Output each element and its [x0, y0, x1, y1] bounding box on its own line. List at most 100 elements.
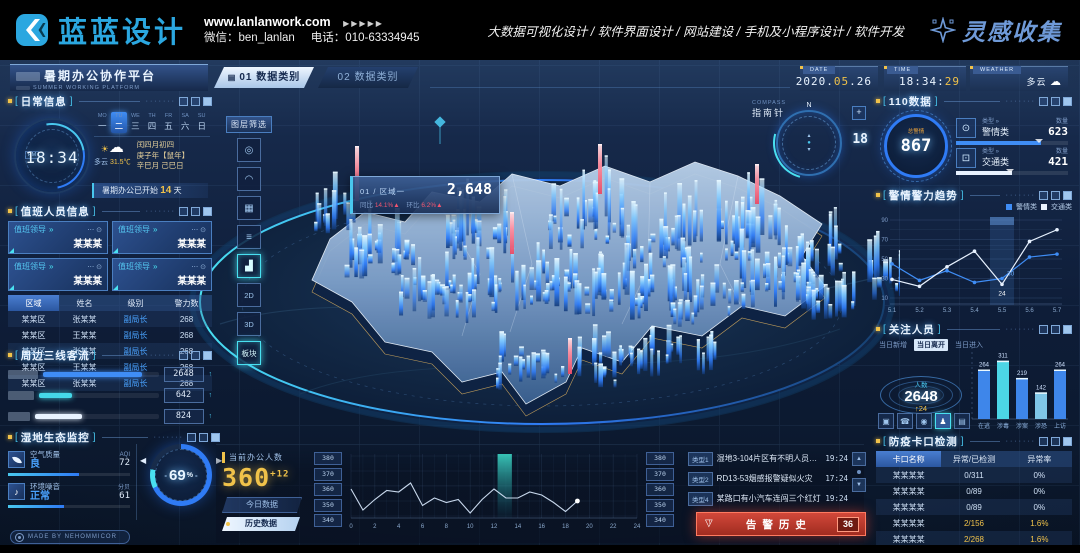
expand-icon[interactable] [203, 351, 212, 360]
2d-tool[interactable]: 2D [237, 283, 261, 307]
expand-icon[interactable] [1063, 191, 1072, 200]
history-data-button[interactable]: 历史数据 [222, 517, 300, 531]
minimize-icon[interactable] [1039, 437, 1048, 446]
week-day[interactable]: TU二 [111, 112, 128, 133]
window-icon[interactable] [1051, 191, 1060, 200]
window-icon[interactable] [191, 351, 200, 360]
platform-subtitle: SUMMER WORKING PLATFORM [33, 85, 140, 91]
camera-grid-tool[interactable]: ▦ [237, 196, 261, 220]
legend-item[interactable]: 交通类 [1051, 202, 1072, 212]
scroll-down-icon[interactable]: ▼ [852, 478, 866, 492]
block-tool[interactable]: 板块 [237, 341, 261, 365]
svg-text:24: 24 [634, 524, 641, 530]
tab-data-category-2[interactable]: 02 数据类别 [318, 67, 418, 88]
expand-icon[interactable] [203, 207, 212, 216]
checkpoint-row[interactable]: 某某某某0/890% [876, 483, 1072, 499]
scroll-up-icon[interactable]: ▲ [852, 452, 866, 466]
svg-text:0: 0 [349, 524, 353, 530]
person-icon[interactable]: ♟ [935, 413, 951, 429]
tab-data-category-1[interactable]: ▤01 数据类别 [214, 67, 314, 88]
focus-tab[interactable]: 当日新增 [876, 339, 910, 351]
svg-text:30: 30 [1007, 271, 1015, 278]
zoom-in-button[interactable]: + [852, 106, 866, 120]
week-day[interactable]: WE三 [127, 112, 144, 133]
svg-text:5.2: 5.2 [915, 308, 924, 314]
duty-leader-card[interactable]: 值班领导»⋯ ⊙某某某 [8, 258, 108, 291]
expand-icon[interactable] [211, 433, 220, 442]
minimize-icon[interactable] [179, 351, 188, 360]
table-header[interactable]: 异常/已检测 [941, 451, 1006, 467]
checkpoint-row[interactable]: 某某某某0/3110% [876, 467, 1072, 483]
bar-chart-tool[interactable]: ▟ [237, 254, 261, 278]
week-day[interactable]: MO一 [94, 112, 111, 133]
car-icon: ⊡ [956, 148, 976, 168]
expand-icon[interactable] [1063, 97, 1072, 106]
window-icon[interactable] [1051, 97, 1060, 106]
duty-leader-card[interactable]: 值班领导»⋯ ⊙某某某 [112, 221, 212, 254]
duty-leader-card[interactable]: 值班领导»⋯ ⊙某某某 [112, 258, 212, 291]
radar-tool[interactable]: ◠ [237, 167, 261, 191]
checkpoint-row[interactable]: 某某某某2/1561.6% [876, 515, 1072, 531]
table-header[interactable]: 警力数 [161, 295, 212, 311]
checkpoint-row[interactable]: 某某某某2/2681.6% [876, 531, 1072, 545]
week-day[interactable]: SA六 [177, 112, 194, 133]
alert-history-button[interactable]: ▽! 告警历史 36 [696, 512, 866, 536]
target-icon[interactable]: ◉ [916, 413, 932, 429]
svg-text:5.3: 5.3 [943, 308, 952, 314]
table-header[interactable]: 卡口名称 [876, 451, 941, 467]
compass-widget: COMPASS 指南针 N ▴●▾ 18 + [752, 100, 868, 192]
expand-icon[interactable] [203, 97, 212, 106]
expand-icon[interactable] [1063, 325, 1072, 334]
y-axis-label: 340 [646, 514, 674, 527]
minimize-icon[interactable] [179, 207, 188, 216]
svg-text:264: 264 [1055, 363, 1066, 369]
alert-list: 类型1湿地3-104片区有不明人员闯入19:24 类型2RD13-53烟感报警疑似… [688, 450, 866, 510]
alarm-icon: ⊙ [956, 118, 976, 138]
week-day[interactable]: FR五 [160, 112, 177, 133]
svg-text:5.1: 5.1 [888, 308, 897, 314]
poi-tool[interactable]: ◎ [237, 138, 261, 162]
camera-icon[interactable]: ▣ [878, 413, 894, 429]
y-axis-label: 350 [314, 499, 342, 512]
window-icon[interactable] [1051, 437, 1060, 446]
panel-title: 日常信息 [21, 94, 67, 109]
tooltip-value: 2,648 [447, 180, 492, 198]
today-data-button[interactable]: 今日数据 [222, 497, 302, 513]
legend-item[interactable]: 警情类 [1016, 202, 1037, 212]
table-header[interactable]: 级别 [110, 295, 161, 311]
minimize-icon[interactable] [1039, 97, 1048, 106]
table-header[interactable]: 区域 [8, 295, 59, 311]
alert-item[interactable]: 类型4某路口有小汽车连闯三个红灯19:24 [688, 490, 848, 507]
minimize-icon[interactable] [1039, 325, 1048, 334]
table-row[interactable]: 某某区张某某副局长268 [8, 311, 212, 327]
minimize-icon[interactable] [1039, 191, 1048, 200]
focus-tab[interactable]: 当日离开 [914, 339, 948, 351]
gauge-left-arrow[interactable]: ◀ [140, 456, 146, 465]
table-header[interactable]: 异常率 [1007, 451, 1072, 467]
duty-leader-card[interactable]: 值班领导»⋯ ⊙某某某 [8, 221, 108, 254]
minimize-icon[interactable] [187, 433, 196, 442]
tooltip-label: 01 / 区域一 [360, 186, 405, 197]
compass-dial[interactable]: N ▴●▾ [776, 110, 842, 176]
window-icon[interactable] [199, 433, 208, 442]
svg-text:4: 4 [397, 524, 401, 530]
window-icon[interactable] [191, 207, 200, 216]
minimize-icon[interactable] [179, 97, 188, 106]
website-link[interactable]: www.lanlanwork.com [204, 15, 331, 29]
week-day[interactable]: SU日 [193, 112, 210, 133]
phone-icon[interactable]: ☎ [897, 413, 913, 429]
panel-title: 值班人员信息 [21, 204, 90, 219]
alert-item[interactable]: 类型1湿地3-104片区有不明人员闯入19:24 [688, 450, 848, 467]
checkpoint-row[interactable]: 某某某某0/890% [876, 499, 1072, 515]
expand-icon[interactable] [1063, 437, 1072, 446]
table-row[interactable]: 某某区王某某副局长268 [8, 327, 212, 343]
window-icon[interactable] [1051, 325, 1060, 334]
table-header[interactable]: 姓名 [59, 295, 110, 311]
window-icon[interactable] [191, 97, 200, 106]
week-day[interactable]: TH四 [144, 112, 161, 133]
3d-tool[interactable]: 3D [237, 312, 261, 336]
list-tool[interactable]: ≡ [237, 225, 261, 249]
svg-text:30: 30 [881, 277, 888, 283]
alert-item[interactable]: 类型2RD13-53烟感报警疑似火灾17:24 [688, 470, 848, 487]
brand-contact: www.lanlanwork.com ▶▶▶▶▶ 微信：ben_lanlan电话… [204, 14, 435, 46]
